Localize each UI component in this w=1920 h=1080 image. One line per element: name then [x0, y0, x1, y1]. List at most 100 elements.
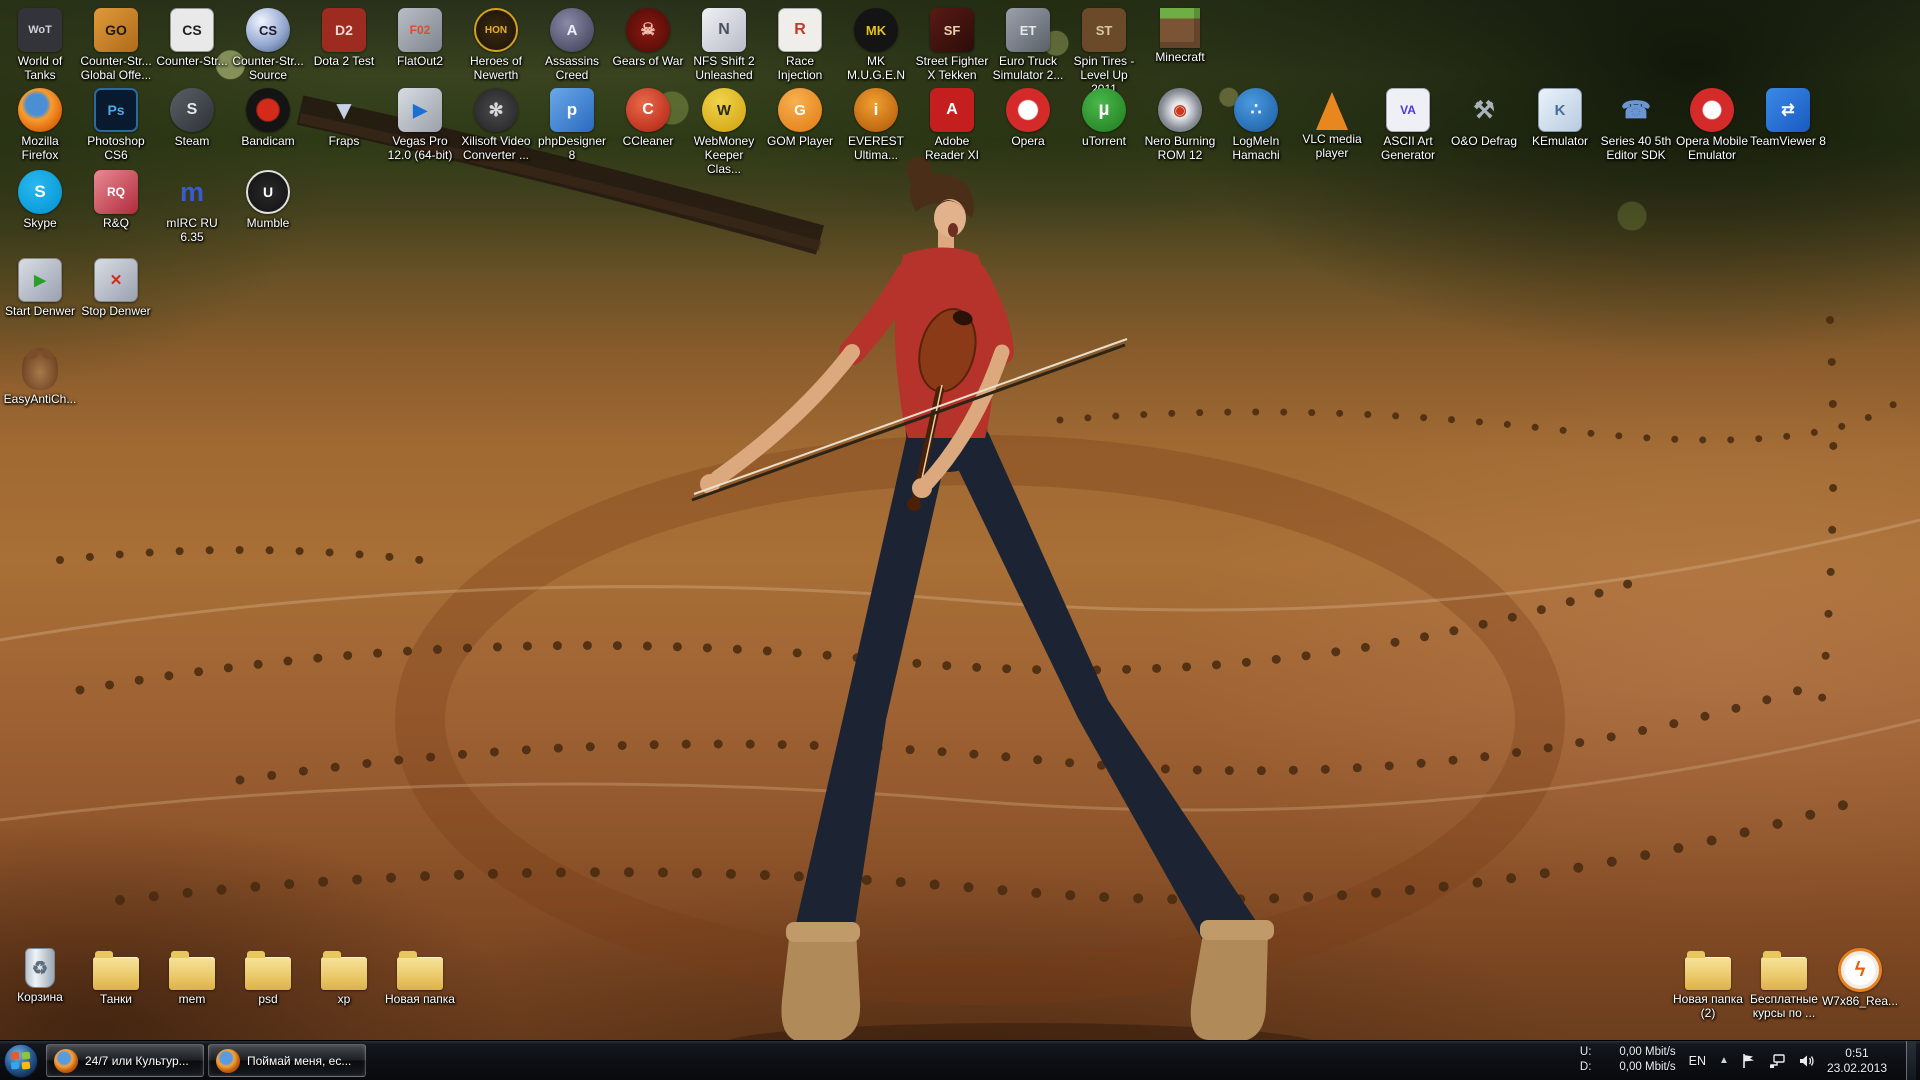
webmoney-keeper[interactable]: W WebMoney Keeper Clas... — [686, 88, 762, 176]
heroes-of-newerth-label: Heroes of Newerth — [458, 55, 534, 83]
firefox-window-1-label: 24/7 или Культур... — [85, 1054, 189, 1068]
gom-player[interactable]: G GOM Player — [762, 88, 838, 176]
mk-mugen-icon: MK — [854, 8, 898, 52]
utorrent-icon: µ — [1082, 88, 1126, 132]
everest[interactable]: i EVEREST Ultima... — [838, 88, 914, 176]
opera[interactable]: Opera — [990, 88, 1066, 176]
action-center-flag-icon[interactable] — [1740, 1052, 1758, 1070]
photoshop-cs6[interactable]: Ps Photoshop CS6 — [78, 88, 154, 176]
mk-mugen[interactable]: MK MK M.U.G.E.N — [838, 8, 914, 96]
heroes-of-newerth[interactable]: HON Heroes of Newerth — [458, 8, 534, 96]
skype-label: Skype — [23, 217, 56, 231]
adobe-reader-xi[interactable]: A Adobe Reader XI — [914, 88, 990, 176]
network-icon[interactable] — [1769, 1052, 1787, 1070]
show-desktop-button[interactable] — [1906, 1041, 1916, 1080]
mirc-ru[interactable]: m mIRC RU 6.35 — [154, 170, 230, 245]
nero-burning-rom[interactable]: ◉ Nero Burning ROM 12 — [1142, 88, 1218, 176]
ascii-art-generator[interactable]: VA ASCII Art Generator — [1370, 88, 1446, 176]
cs-source[interactable]: CS Counter-Str... Source — [230, 8, 306, 96]
easyanticheat[interactable]: EasyAntiCh... — [2, 348, 78, 407]
ascii-art-generator-label: ASCII Art Generator — [1370, 135, 1446, 163]
language-indicator[interactable]: EN — [1687, 1054, 1708, 1068]
mozilla-firefox[interactable]: Mozilla Firefox — [2, 88, 78, 176]
mumble[interactable]: U Mumble — [230, 170, 306, 245]
xilisoft-video-label: Xilisoft Video Converter ... — [458, 135, 534, 163]
folder-new-label: Новая папка — [385, 993, 455, 1007]
vegas-pro[interactable]: ▶ Vegas Pro 12.0 (64-bit) — [382, 88, 458, 176]
photoshop-cs6-icon: Ps — [94, 88, 138, 132]
firefox-window-1[interactable]: 24/7 или Культур... — [46, 1044, 204, 1077]
world-of-tanks[interactable]: WoT World of Tanks — [2, 8, 78, 96]
firefox-window-2-icon — [216, 1049, 240, 1073]
skype[interactable]: S Skype — [2, 170, 78, 245]
vlc-media-player[interactable]: VLC media player — [1294, 88, 1370, 176]
dota2-test[interactable]: D2 Dota 2 Test — [306, 8, 382, 96]
volume-icon[interactable] — [1798, 1052, 1816, 1070]
euro-truck-2-label: Euro Truck Simulator 2... — [990, 55, 1066, 83]
folder-xp-icon — [321, 957, 367, 990]
firefox-window-2[interactable]: Поймай меня, ес... — [208, 1044, 366, 1077]
folder-free-courses[interactable]: Бесплатные курсы по ... — [1746, 948, 1822, 1021]
euro-truck-2[interactable]: ET Euro Truck Simulator 2... — [990, 8, 1066, 96]
steam[interactable]: S Steam — [154, 88, 230, 176]
opera-mobile-label: Opera Mobile Emulator — [1674, 135, 1750, 163]
sf-x-tekken-icon: SF — [930, 8, 974, 52]
fraps-icon: ▼ — [322, 88, 366, 132]
oo-defrag[interactable]: ⚒ O&O Defrag — [1446, 88, 1522, 176]
folder-mem[interactable]: mem — [154, 948, 230, 1007]
flatout2[interactable]: F02 FlatOut2 — [382, 8, 458, 96]
mirc-ru-icon: m — [170, 170, 214, 214]
ccleaner[interactable]: C CCleaner — [610, 88, 686, 176]
minecraft[interactable]: Minecraft — [1142, 8, 1218, 96]
clock-time: 0:51 — [1827, 1046, 1887, 1061]
minecraft-label: Minecraft — [1155, 51, 1204, 65]
spin-tires[interactable]: ST Spin Tires - Level Up 2011 — [1066, 8, 1142, 96]
w7x86-image[interactable]: ϟ W7x86_Rea... — [1822, 948, 1898, 1021]
sf-x-tekken[interactable]: SF Street Fighter X Tekken — [914, 8, 990, 96]
folder-psd[interactable]: psd — [230, 948, 306, 1007]
folder-new[interactable]: Новая папка — [382, 948, 458, 1007]
nero-burning-rom-icon: ◉ — [1158, 88, 1202, 132]
folder-new-2[interactable]: Новая папка (2) — [1670, 948, 1746, 1021]
fraps[interactable]: ▼ Fraps — [306, 88, 382, 176]
phpdesigner-8[interactable]: p phpDesigner 8 — [534, 88, 610, 176]
webmoney-keeper-label: WebMoney Keeper Clas... — [686, 135, 762, 176]
assassins-creed-icon: A — [550, 8, 594, 52]
recycle-bin[interactable]: ♻ Корзина — [2, 948, 78, 1007]
stop-denwer[interactable]: ✕ Stop Denwer — [78, 258, 154, 319]
rust-ring — [420, 460, 1540, 980]
assassins-creed[interactable]: A Assassins Creed — [534, 8, 610, 96]
series40-sdk[interactable]: ☎ Series 40 5th Editor SDK — [1598, 88, 1674, 176]
nfs-shift2[interactable]: N NFS Shift 2 Unleashed — [686, 8, 762, 96]
folder-tanki[interactable]: Танки — [78, 948, 154, 1007]
start-denwer[interactable]: ▶ Start Denwer — [2, 258, 78, 319]
kemulator[interactable]: K KEmulator — [1522, 88, 1598, 176]
counter-strike[interactable]: CS Counter-Str... — [154, 8, 230, 96]
kemulator-icon: K — [1538, 88, 1582, 132]
show-hidden-icons-button[interactable]: ▲ — [1719, 1055, 1729, 1066]
w7x86-image-icon: ϟ — [1838, 948, 1882, 992]
start-button[interactable] — [0, 1041, 42, 1080]
cs-go[interactable]: GO Counter-Str... Global Offe... — [78, 8, 154, 96]
bandicam[interactable]: Bandicam — [230, 88, 306, 176]
utorrent[interactable]: µ uTorrent — [1066, 88, 1142, 176]
mumble-icon: U — [246, 170, 290, 214]
logmein-hamachi[interactable]: ∴ LogMeIn Hamachi — [1218, 88, 1294, 176]
minecraft-icon — [1160, 8, 1200, 48]
firefox-window-1-icon — [54, 1049, 78, 1073]
recycle-bin-label: Корзина — [17, 991, 63, 1005]
network-speed-meter[interactable]: U: 0,00 Mbit/s D: 0,00 Mbit/s — [1580, 1046, 1676, 1075]
desktop: WoT World of Tanks GO Counter-Str... Glo… — [0, 0, 1920, 1080]
dota2-test-icon: D2 — [322, 8, 366, 52]
opera-mobile[interactable]: Opera Mobile Emulator — [1674, 88, 1750, 176]
race-injection[interactable]: R Race Injection — [762, 8, 838, 96]
clock[interactable]: 0:51 23.02.2013 — [1827, 1046, 1895, 1076]
teamviewer-8[interactable]: ⇄ TeamViewer 8 — [1750, 88, 1826, 176]
xilisoft-video[interactable]: ✻ Xilisoft Video Converter ... — [458, 88, 534, 176]
folder-xp[interactable]: xp — [306, 948, 382, 1007]
gears-of-war[interactable]: ☠ Gears of War — [610, 8, 686, 96]
rnq[interactable]: RQ R&Q — [78, 170, 154, 245]
rnq-icon: RQ — [94, 170, 138, 214]
easyanticheat-icon — [22, 348, 58, 390]
bandicam-label: Bandicam — [241, 135, 294, 149]
